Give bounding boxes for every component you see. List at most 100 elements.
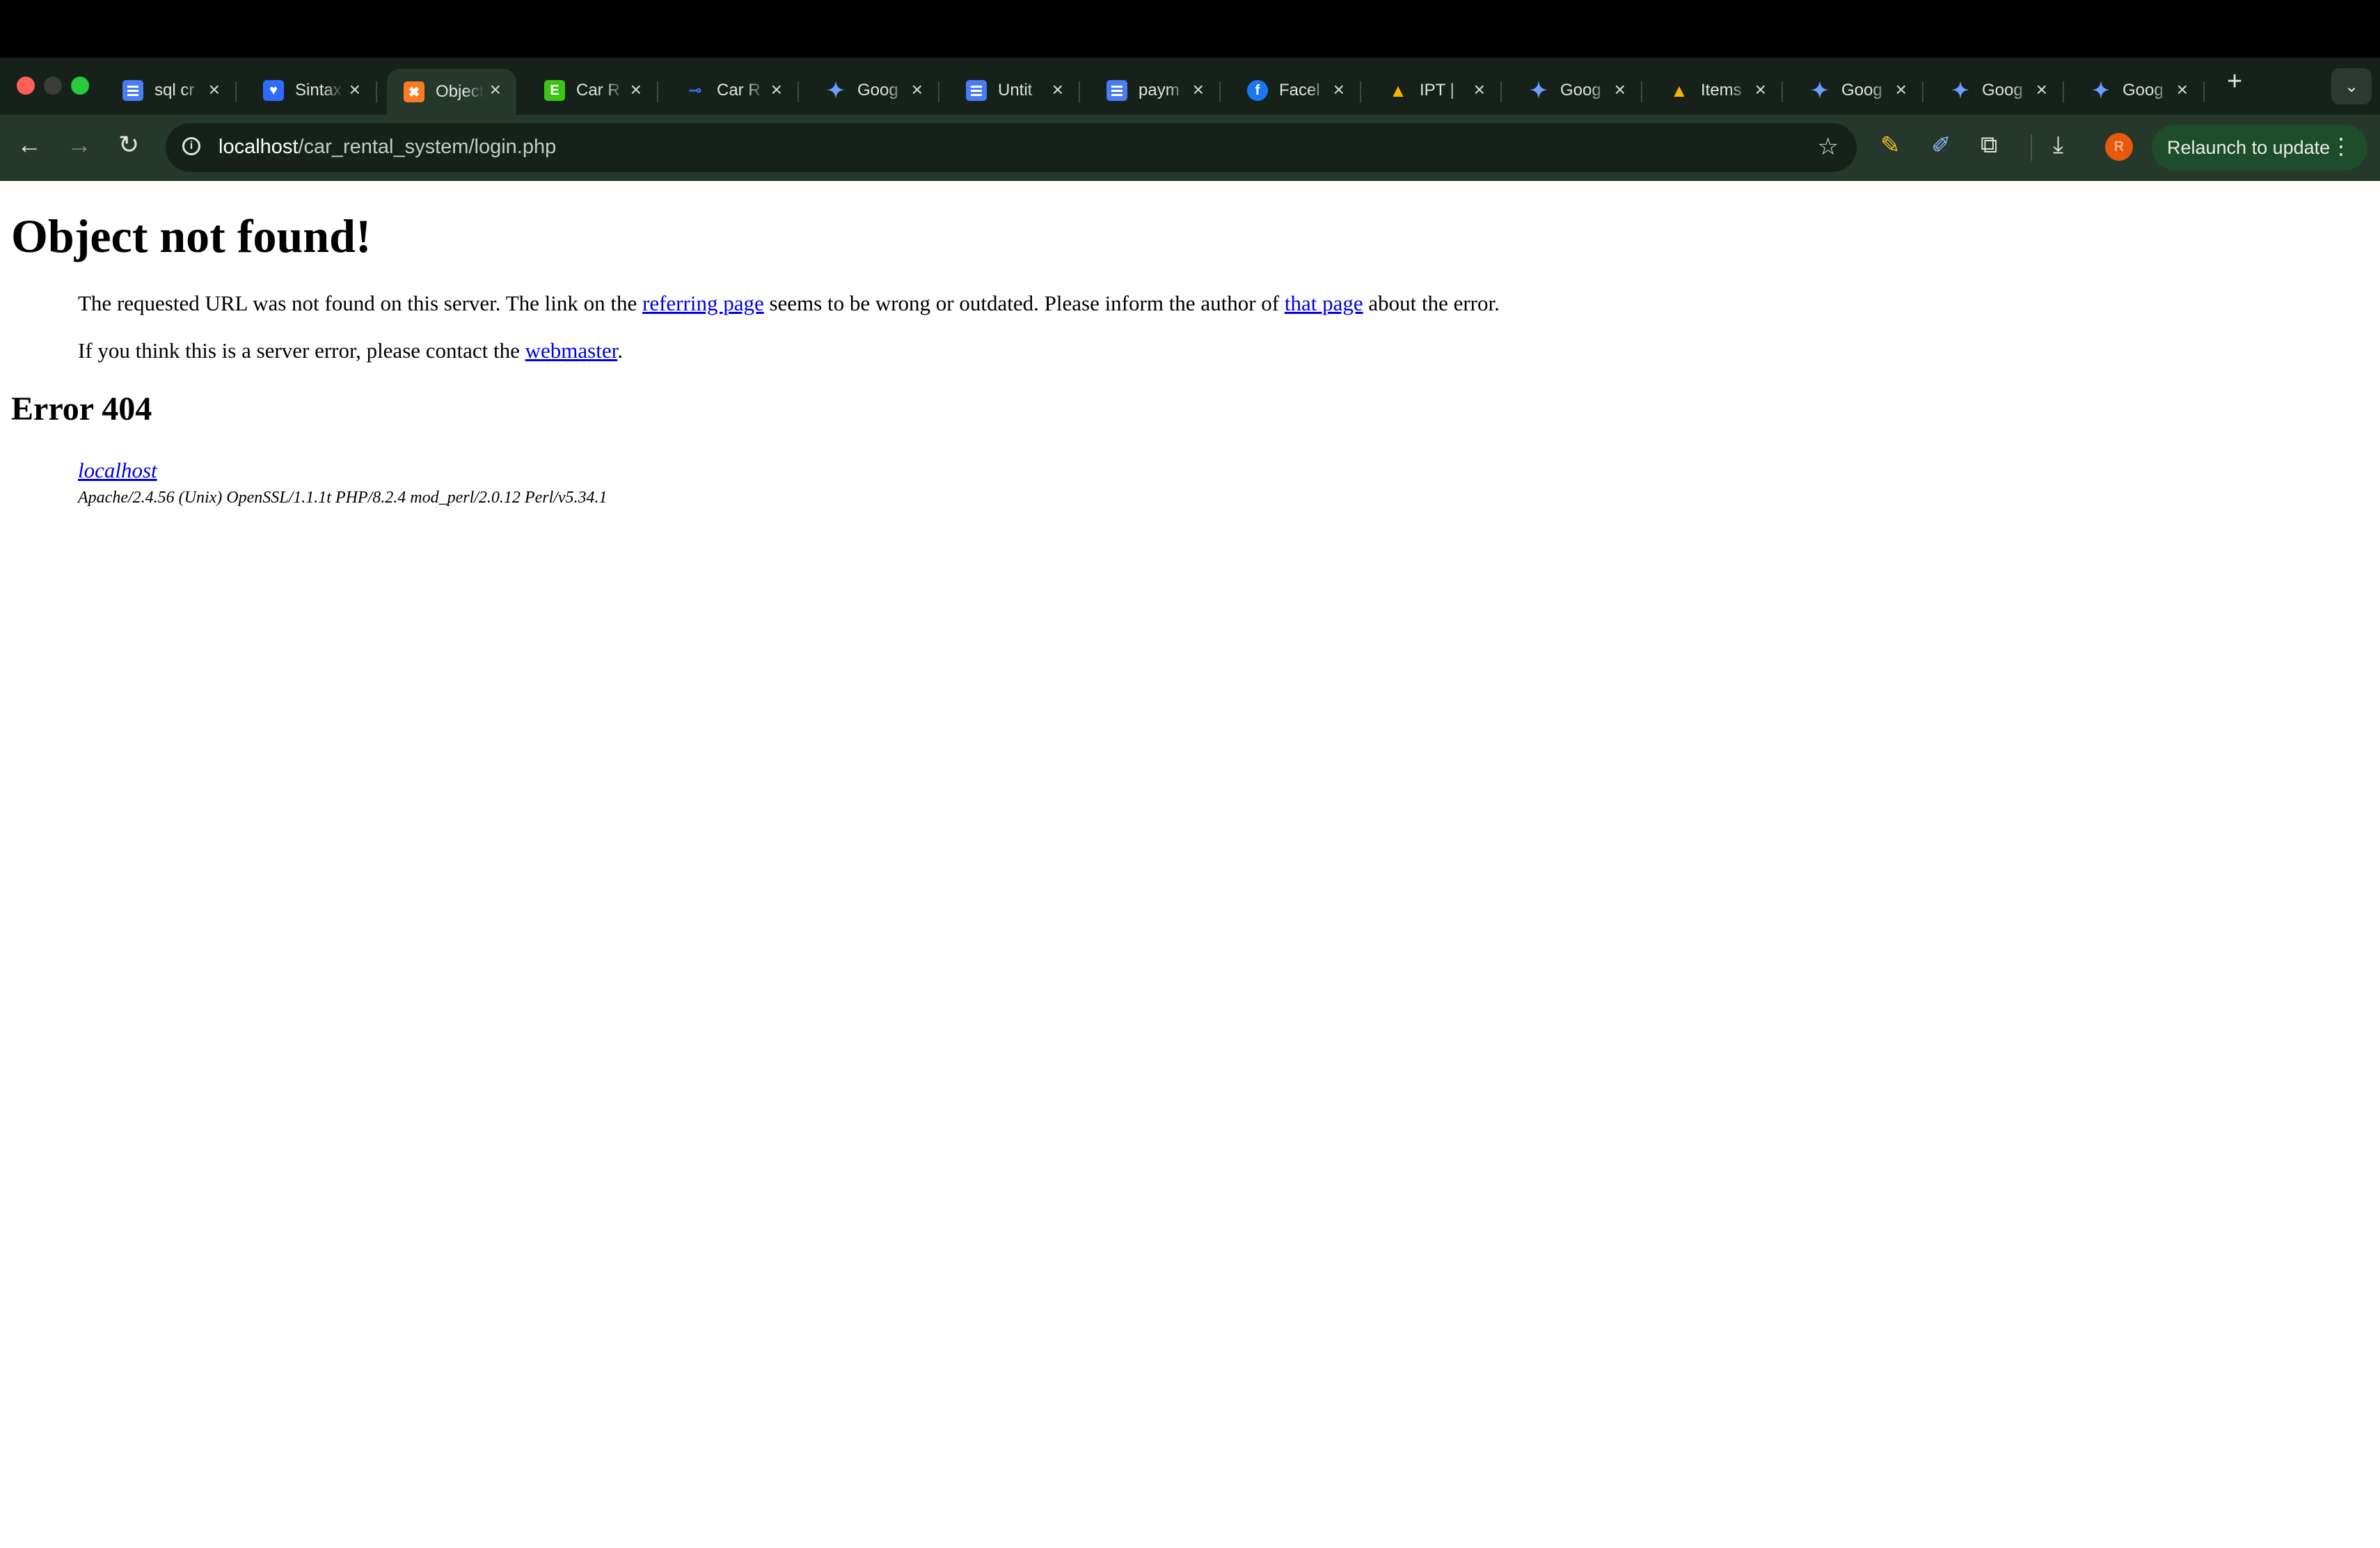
tab-label: Object: [436, 82, 484, 101]
tab[interactable]: ▲ IPT | ×: [1371, 69, 1502, 112]
tab-label: Car R: [576, 81, 620, 100]
bookmark-star-icon[interactable]: ☆: [1818, 133, 1839, 161]
tab[interactable]: ⊸ Car R ×: [668, 69, 799, 112]
toolbar-divider: [2031, 134, 2032, 161]
heart-icon: ♥: [263, 80, 284, 101]
close-tab-icon[interactable]: ×: [1193, 79, 1204, 101]
download-icon[interactable]: ⤓: [2053, 132, 2063, 159]
e-icon: E: [544, 80, 565, 101]
that-page-link[interactable]: that page: [1285, 291, 1363, 315]
url-host: localhost: [219, 136, 299, 158]
tab-separator: [1641, 81, 1642, 102]
close-tab-icon[interactable]: ×: [630, 79, 642, 101]
close-tab-icon[interactable]: ×: [349, 79, 360, 101]
relaunch-label: Relaunch to update: [2167, 136, 2331, 158]
page-title: Object not found!: [11, 210, 372, 262]
toolbar: ← → ↻ i localhost/car_rental_system/logi…: [0, 115, 2380, 181]
tab-label: Facel: [1279, 81, 1320, 100]
back-button[interactable]: ←: [17, 130, 42, 159]
url-text[interactable]: localhost/car_rental_system/login.php: [219, 136, 556, 159]
chevron-down-icon: ⌄: [2344, 77, 2359, 96]
server-address: localhost Apache/2.4.56 (Unix) OpenSSL/1…: [78, 458, 608, 507]
tab-label: sql cr: [154, 81, 195, 100]
pen-extension-icon[interactable]: ✐: [1931, 132, 1951, 159]
tab-label: Items: [1701, 81, 1742, 100]
tab-label: IPT |: [1420, 81, 1454, 100]
profile-avatar[interactable]: R: [2105, 133, 2133, 161]
url-path: /car_rental_system/login.php: [298, 136, 557, 158]
extensions-puzzle-icon[interactable]: ⧉: [1981, 132, 1997, 159]
tab-separator: [1782, 81, 1783, 102]
forward-button[interactable]: →: [67, 130, 92, 159]
close-tab-icon[interactable]: ×: [771, 79, 782, 101]
relaunch-button[interactable]: Relaunch to update ⋮: [2152, 125, 2367, 171]
message-text: .: [617, 338, 623, 363]
localhost-link[interactable]: localhost: [78, 458, 608, 483]
close-tab-icon[interactable]: ×: [1052, 79, 1063, 101]
highlighter-extension-icon[interactable]: ✎: [1880, 132, 1901, 159]
tab[interactable]: ♥ Sintax ×: [246, 69, 377, 112]
tab[interactable]: ▲ Items ×: [1652, 69, 1783, 112]
tab-search-button[interactable]: ⌄: [2331, 68, 2372, 104]
webmaster-link[interactable]: webmaster: [525, 338, 618, 363]
close-tab-icon[interactable]: ×: [1333, 79, 1344, 101]
close-tab-icon[interactable]: ×: [2177, 79, 2188, 101]
tab[interactable]: f Facel ×: [1230, 69, 1361, 112]
tab-separator: [2063, 81, 2064, 102]
drive-icon: ▲: [1389, 79, 1407, 101]
drive-icon: ▲: [1670, 79, 1688, 101]
maximize-window-button[interactable]: [71, 77, 89, 95]
close-tab-icon[interactable]: ×: [1474, 79, 1485, 101]
reload-button[interactable]: ↻: [118, 130, 139, 159]
more-menu-icon[interactable]: ⋮: [2330, 133, 2352, 159]
close-tab-icon[interactable]: ×: [912, 79, 923, 101]
tab[interactable]: ✦ Goog ×: [1933, 69, 2064, 112]
tab-label: Goog: [2123, 81, 2164, 100]
close-tab-icon[interactable]: ×: [490, 79, 501, 101]
tab-label: paym: [1139, 81, 1180, 100]
tab-strip: sql cr × ♥ Sintax × ✖ Object × E Car R × ⊸ Car R × ✦ Go…: [0, 58, 2380, 115]
message-text: If you think this is a server error, ple…: [78, 338, 525, 363]
close-window-button[interactable]: [17, 77, 35, 95]
facebook-icon: f: [1247, 80, 1268, 101]
minimize-window-button[interactable]: [44, 77, 62, 95]
tab[interactable]: ✖ Object ×: [387, 69, 516, 115]
error-message: The requested URL was not found on this …: [78, 291, 1500, 316]
tab-label: Goog: [1841, 81, 1882, 100]
tab-label: Untit: [998, 81, 1033, 100]
message-text: seems to be wrong or outdated. Please in…: [763, 291, 1285, 315]
address-bar[interactable]: i localhost/car_rental_system/login.php …: [166, 123, 1857, 172]
error-code-heading: Error 404: [11, 390, 152, 427]
gemini-icon: ✦: [1811, 79, 1829, 102]
car-icon: ⊸: [688, 81, 702, 99]
referring-page-link[interactable]: referring page: [642, 291, 764, 315]
docs-icon: [122, 80, 143, 101]
tab-separator: [1079, 81, 1080, 102]
new-tab-button[interactable]: +: [2227, 67, 2242, 97]
close-tab-icon[interactable]: ×: [1755, 79, 1766, 101]
server-signature: Apache/2.4.56 (Unix) OpenSSL/1.1.1t PHP/…: [78, 489, 608, 507]
tab[interactable]: E Car R ×: [527, 69, 658, 112]
tab-separator: [798, 81, 799, 102]
tab-separator: [376, 81, 377, 102]
tab[interactable]: Untit ×: [949, 69, 1080, 112]
gemini-icon: ✦: [2092, 79, 2110, 102]
tab-label: Goog: [1560, 81, 1601, 100]
tab[interactable]: ✦ Goog ×: [809, 69, 939, 112]
tab-label: Car R: [717, 81, 761, 100]
close-tab-icon[interactable]: ×: [1896, 79, 1907, 101]
tab[interactable]: ✦ Goog ×: [1793, 69, 1923, 112]
server-error-message: If you think this is a server error, ple…: [78, 338, 623, 363]
tab-separator: [2203, 81, 2205, 102]
gemini-icon: ✦: [1530, 79, 1548, 102]
tab[interactable]: paym ×: [1090, 69, 1221, 112]
close-tab-icon[interactable]: ×: [1615, 79, 1626, 101]
site-info-icon[interactable]: i: [182, 137, 200, 155]
close-tab-icon[interactable]: ×: [2036, 79, 2047, 101]
close-tab-icon[interactable]: ×: [209, 79, 220, 101]
tab-separator: [1500, 81, 1502, 102]
tab[interactable]: ✦ Goog ×: [2074, 69, 2205, 112]
tab-label: Goog: [857, 81, 898, 100]
tab[interactable]: ✦ Goog ×: [1512, 69, 1642, 112]
tab[interactable]: sql cr ×: [106, 69, 237, 112]
